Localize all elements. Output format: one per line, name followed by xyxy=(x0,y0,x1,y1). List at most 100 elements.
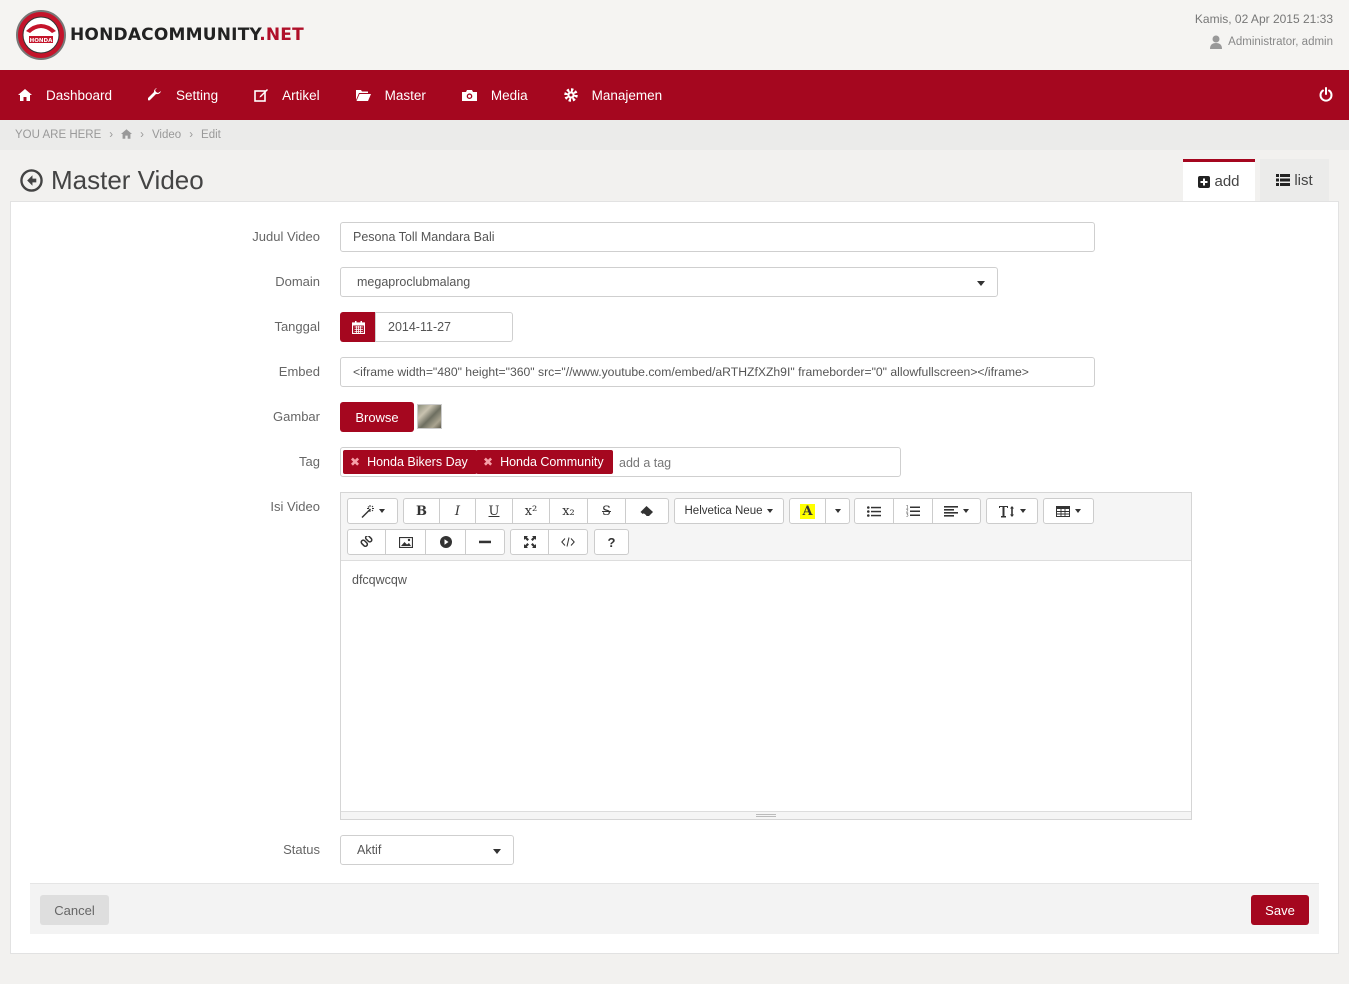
tanggal-label: Tanggal xyxy=(274,319,320,334)
rich-text-editor: B I U x² x₂ S Helvetica Neue A 123 ? dfc… xyxy=(340,492,1192,820)
bullet-list-button[interactable] xyxy=(854,498,894,524)
main-navbar: Dashboard Setting Artikel Master Media M… xyxy=(0,70,1349,120)
remove-tag-icon[interactable]: ✖ xyxy=(483,455,493,469)
embed-label: Embed xyxy=(278,364,320,379)
chevron-down-icon xyxy=(977,281,985,286)
question-icon: ? xyxy=(607,534,616,550)
editor-resize-handle[interactable] xyxy=(341,811,1191,819)
tanggal-value: 2014-11-27 xyxy=(388,320,452,334)
form-actions: Cancel Save xyxy=(30,883,1319,934)
numbered-list-button[interactable]: 123 xyxy=(893,498,933,524)
help-button[interactable]: ? xyxy=(594,529,629,555)
tab-list[interactable]: list xyxy=(1260,159,1329,201)
underline-button[interactable]: U xyxy=(475,498,513,524)
table-dropdown[interactable] xyxy=(1043,498,1094,524)
domain-label: Domain xyxy=(275,274,320,289)
logout-button[interactable] xyxy=(1319,87,1333,105)
chevron-down-icon xyxy=(834,509,841,513)
edit-icon xyxy=(254,89,269,102)
remove-tag-icon[interactable]: ✖ xyxy=(350,455,360,469)
editor-toolbar: B I U x² x₂ S Helvetica Neue A 123 ? xyxy=(341,493,1191,561)
logo-badge-text: HONDA xyxy=(30,38,53,44)
font-family-value: Helvetica Neue xyxy=(684,505,763,517)
strikethrough-button[interactable]: S xyxy=(587,498,626,524)
domain-select[interactable]: megaproclubmalang xyxy=(340,267,998,297)
status-select[interactable]: Aktif xyxy=(340,835,514,865)
breadcrumb-prefix: YOU ARE HERE xyxy=(15,129,102,141)
chevron-down-icon xyxy=(1019,509,1026,513)
editor-content-area[interactable]: dfcqwcqw xyxy=(341,561,1191,811)
ordered-list-icon: 123 xyxy=(906,505,920,517)
paragraph-align-dropdown[interactable] xyxy=(932,498,981,524)
page-title: Master Video xyxy=(20,165,204,196)
image-thumbnail[interactable] xyxy=(417,404,442,429)
subscript-button[interactable]: x₂ xyxy=(549,498,588,524)
bold-button[interactable]: B xyxy=(403,498,440,524)
color-dropdown-button[interactable] xyxy=(825,498,850,524)
line-height-dropdown[interactable] xyxy=(986,498,1038,524)
minus-icon xyxy=(479,540,491,544)
superscript-button[interactable]: x² xyxy=(512,498,550,524)
nav-item-master[interactable]: Master xyxy=(338,70,444,120)
site-logo[interactable]: HONDA HONDACOMMUNITY.NET xyxy=(14,9,304,61)
gambar-label: Gambar xyxy=(273,409,320,424)
save-button[interactable]: Save xyxy=(1251,895,1309,925)
eraser-icon xyxy=(640,505,653,517)
style-dropdown-button[interactable] xyxy=(347,498,398,524)
user-info[interactable]: Administrator, admin xyxy=(1195,35,1333,49)
svg-text:3: 3 xyxy=(906,513,909,518)
table-icon xyxy=(1056,505,1070,517)
nav-item-artikel[interactable]: Artikel xyxy=(236,70,338,120)
tag-input[interactable]: ✖ Honda Bikers Day ✖ Honda Community add… xyxy=(340,447,901,477)
video-play-icon xyxy=(439,536,452,548)
breadcrumb-home[interactable] xyxy=(121,128,133,142)
judul-video-value: Pesona Toll Mandara Bali xyxy=(353,230,495,244)
browse-button[interactable]: Browse xyxy=(340,402,414,432)
judul-video-input[interactable]: Pesona Toll Mandara Bali xyxy=(340,222,1095,252)
cancel-button[interactable]: Cancel xyxy=(40,895,109,925)
nav-item-media[interactable]: Media xyxy=(444,70,546,120)
calendar-button[interactable] xyxy=(340,312,376,342)
nav-label: Setting xyxy=(176,87,219,103)
chevron-down-icon xyxy=(963,509,969,513)
camera-icon xyxy=(461,90,477,101)
breadcrumb-separator: › xyxy=(109,129,114,141)
tag-placeholder[interactable]: add a tag xyxy=(619,456,671,470)
home-icon xyxy=(18,89,32,101)
insert-video-button[interactable] xyxy=(425,529,466,555)
top-header: HONDA HONDACOMMUNITY.NET Kamis, 02 Apr 2… xyxy=(0,0,1349,70)
back-circle-icon[interactable] xyxy=(20,169,43,192)
align-left-icon xyxy=(944,505,958,517)
nav-item-dashboard[interactable]: Dashboard xyxy=(0,70,130,120)
embed-input[interactable]: <iframe width="480" height="360" src="//… xyxy=(340,357,1095,387)
horizontal-rule-button[interactable] xyxy=(465,529,505,555)
font-family-dropdown[interactable]: Helvetica Neue xyxy=(674,498,784,524)
code-view-button[interactable] xyxy=(548,529,588,555)
insert-picture-button[interactable] xyxy=(385,529,426,555)
breadcrumb-separator: › xyxy=(189,129,194,141)
user-icon xyxy=(1210,35,1223,49)
user-name: Administrator, admin xyxy=(1228,36,1333,48)
tanggal-input[interactable]: 2014-11-27 xyxy=(375,312,513,342)
italic-button[interactable]: I xyxy=(439,498,476,524)
tag-label: Tag xyxy=(299,454,320,469)
isi-video-label: Isi Video xyxy=(270,499,320,514)
text-height-icon xyxy=(998,505,1014,517)
status-label: Status xyxy=(283,842,320,857)
bold-icon: B xyxy=(416,503,427,519)
tab-add[interactable]: add xyxy=(1183,159,1255,201)
site-name: HONDACOMMUNITY.NET xyxy=(70,25,304,45)
nav-item-manajemen[interactable]: Manajemen xyxy=(546,70,681,120)
insert-link-button[interactable] xyxy=(347,529,386,555)
home-icon xyxy=(121,128,133,139)
nav-label: Manajemen xyxy=(591,87,663,103)
clear-format-button[interactable] xyxy=(625,498,669,524)
status-value: Aktif xyxy=(357,843,382,857)
italic-icon: I xyxy=(454,503,461,519)
nav-item-setting[interactable]: Setting xyxy=(130,70,236,120)
current-date: Kamis, 02 Apr 2015 21:33 xyxy=(1194,12,1333,26)
breadcrumb: YOU ARE HERE › › Video › Edit xyxy=(0,120,1349,150)
text-color-button[interactable]: A xyxy=(789,498,826,524)
breadcrumb-video[interactable]: Video xyxy=(152,129,181,141)
fullscreen-button[interactable] xyxy=(510,529,549,555)
